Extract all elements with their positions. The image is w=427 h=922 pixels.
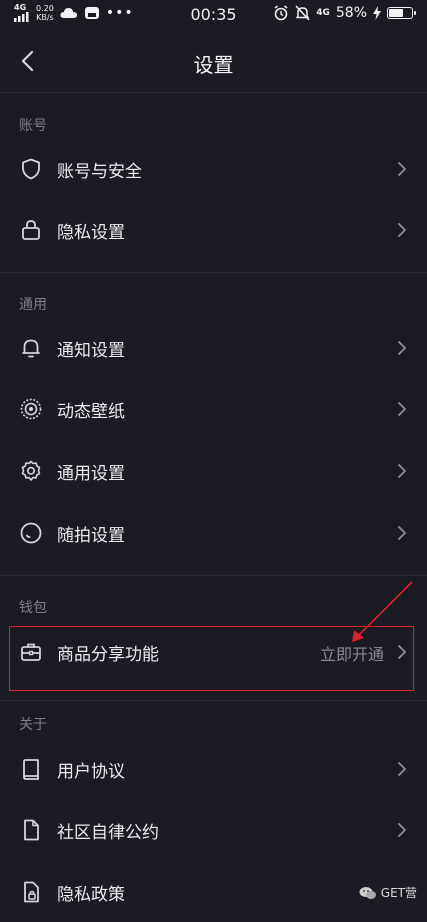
wechat-icon [359, 886, 376, 899]
nav-bar: 设置 [0, 30, 427, 92]
settings-item-community-guidelines[interactable]: 社区自律公约 [0, 802, 427, 860]
page-title: 设置 [193, 53, 234, 77]
chevron-right-icon [398, 162, 406, 176]
section-title-general: 通用 [19, 297, 47, 313]
camera-circle-icon [20, 522, 42, 544]
bell-icon [22, 339, 40, 358]
chevron-right-icon [398, 762, 406, 776]
chevron-right-icon [398, 402, 406, 416]
section-title-account: 账号 [19, 118, 47, 134]
gear-icon [21, 460, 41, 481]
settings-item-label: 通知设置 [57, 341, 125, 361]
mute-icon [295, 5, 310, 21]
status-right: 4G 58% [273, 5, 416, 21]
book-icon [23, 759, 39, 780]
settings-item-label: 动态壁纸 [57, 402, 125, 422]
settings-item-label: 账号与安全 [57, 162, 142, 182]
alarm-icon [274, 5, 288, 21]
charging-icon [373, 6, 381, 20]
chevron-right-icon [398, 526, 406, 540]
nav-divider [0, 92, 427, 93]
wallpaper-icon [20, 398, 42, 420]
section-divider [0, 700, 427, 701]
settings-item-general[interactable]: 通用设置 [0, 443, 427, 501]
settings-item-privacy[interactable]: 隐私设置 [0, 202, 427, 260]
section-title-about: 关于 [19, 717, 47, 733]
battery-icon [387, 7, 416, 19]
settings-item-label: 随拍设置 [57, 526, 125, 546]
section-divider [0, 575, 427, 576]
settings-item-label: 社区自律公约 [57, 823, 159, 843]
lock-icon [22, 220, 40, 240]
settings-item-label: 隐私设置 [57, 223, 125, 243]
battery-percent: 58% [335, 5, 367, 21]
network-type-secondary: 4G [316, 8, 330, 18]
annotation-arrow [352, 581, 413, 642]
settings-item-account-security[interactable]: 账号与安全 [0, 141, 427, 199]
document-icon [24, 819, 39, 841]
status-bar: 4G 0.20 KB/s ••• 00:35 4G 58% [0, 0, 427, 30]
settings-item-live-wallpaper[interactable]: 动态壁纸 [0, 381, 427, 439]
privacy-document-icon [24, 881, 39, 903]
shield-icon [22, 158, 40, 180]
settings-item-notifications[interactable]: 通知设置 [0, 320, 427, 378]
settings-item-quick-shoot[interactable]: 随拍设置 [0, 505, 427, 563]
watermark: GET营 [359, 884, 417, 901]
watermark-text: GET营 [380, 886, 417, 900]
settings-item-user-agreement[interactable]: 用户协议 [0, 741, 427, 799]
chevron-right-icon [398, 823, 406, 837]
chevron-right-icon [398, 341, 406, 355]
settings-item-label: 隐私政策 [57, 885, 125, 905]
chevron-right-icon [398, 223, 406, 237]
settings-item-label: 通用设置 [57, 464, 125, 484]
section-title-wallet: 钱包 [19, 600, 47, 616]
section-divider [0, 272, 427, 273]
settings-item-label: 用户协议 [57, 762, 125, 782]
chevron-right-icon [398, 464, 406, 478]
battery-level [389, 9, 403, 17]
